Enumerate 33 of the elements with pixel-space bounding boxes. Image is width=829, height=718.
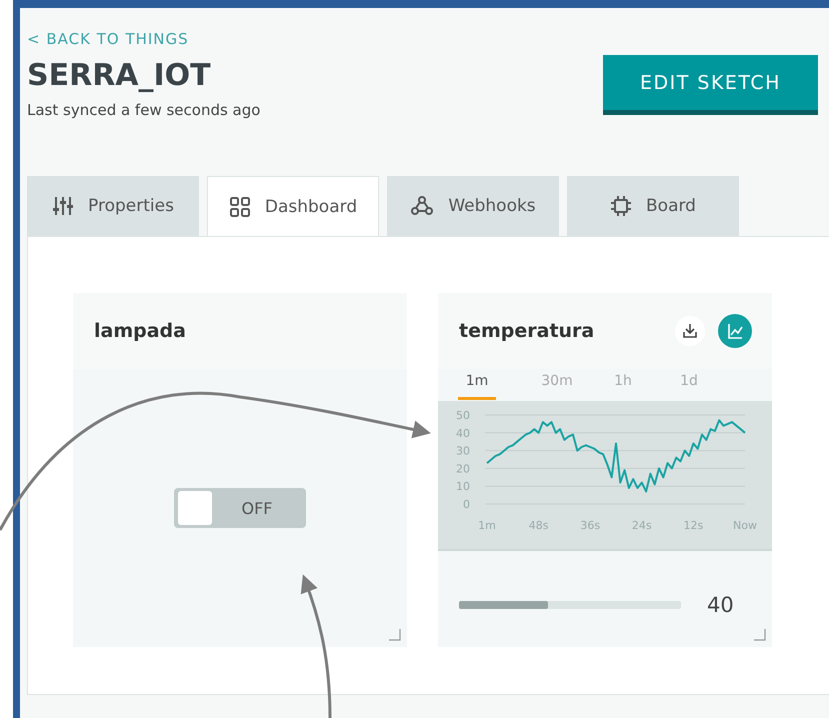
y-tick-label: 10 — [456, 480, 470, 494]
tab[interactable]: Properties — [27, 176, 199, 236]
x-tick-label: 36s — [580, 519, 600, 532]
y-tick-label: 20 — [456, 462, 470, 476]
chip-icon — [610, 195, 632, 217]
sliders-icon — [52, 195, 74, 217]
toggle-switch[interactable]: OFF — [174, 488, 306, 528]
value-reading: 40 — [707, 593, 734, 617]
widget-title: temperatura — [459, 320, 594, 342]
resize-handle-icon[interactable] — [754, 629, 766, 641]
webhook-icon — [410, 195, 434, 217]
sync-status: Last synced a few seconds ago — [27, 101, 260, 119]
y-tick-label: 30 — [456, 444, 470, 458]
x-tick-label: 1m — [478, 519, 496, 532]
resize-handle-icon[interactable] — [389, 629, 401, 641]
back-link[interactable]: < BACK TO THINGS — [27, 30, 260, 48]
thing-title: SERRA_IOT — [27, 58, 212, 93]
y-tick-label: 50 — [456, 409, 470, 422]
x-tick-label: 24s — [632, 519, 652, 532]
tab[interactable]: Dashboard — [207, 176, 379, 236]
x-tick-label: 12s — [684, 519, 704, 532]
x-tick-label: Now — [733, 519, 757, 532]
widget-title: lampada — [94, 320, 186, 342]
tab[interactable]: Webhooks — [387, 176, 559, 236]
y-tick-label: 40 — [456, 426, 470, 440]
chart-icon[interactable] — [718, 314, 752, 348]
tab[interactable]: Board — [567, 176, 739, 236]
y-tick-label: 0 — [463, 498, 470, 511]
value-slider[interactable] — [459, 601, 681, 609]
edit-sketch-button[interactable]: EDIT SKETCH — [603, 55, 818, 115]
grid-icon — [228, 196, 251, 218]
x-tick-label: 48s — [528, 519, 548, 532]
download-icon[interactable] — [674, 315, 706, 347]
